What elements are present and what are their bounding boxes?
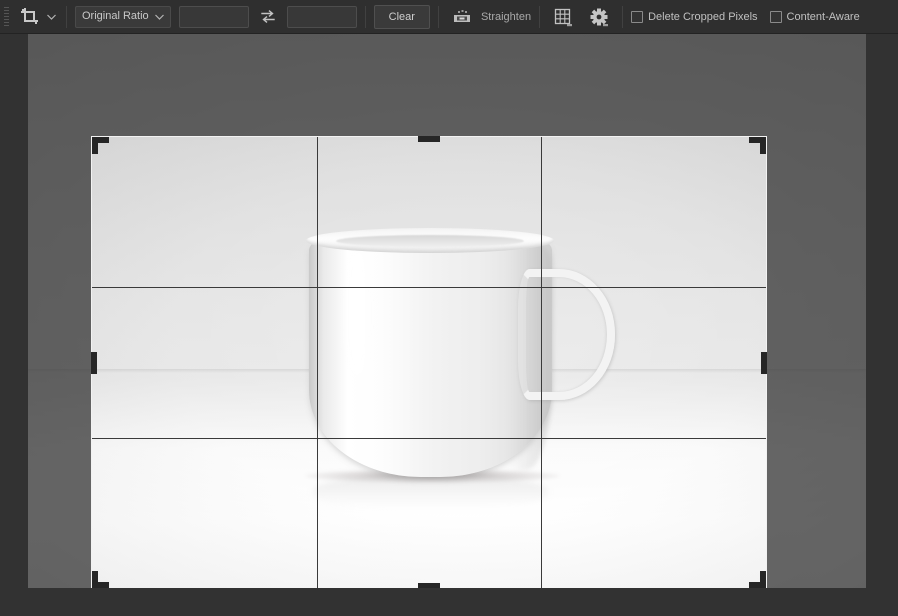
- straighten-label: Straighten: [480, 10, 532, 23]
- crop-handle-top-center[interactable]: [418, 136, 440, 142]
- crop-handle-bottom-center[interactable]: [418, 583, 440, 588]
- crop-width-input[interactable]: [178, 5, 249, 28]
- content-aware-checkbox[interactable]: [769, 10, 782, 23]
- aspect-ratio-value: Original Ratio: [82, 10, 149, 22]
- toolbar-separator-4: [539, 5, 541, 28]
- gear-icon: [590, 8, 609, 26]
- content-aware-label: Content-Aware: [786, 10, 860, 23]
- crop-overlay-options-button[interactable]: [548, 4, 578, 30]
- crop-tool-options-bar: Original Ratio Clear Straighten Delete C…: [0, 0, 898, 34]
- clear-button[interactable]: Clear: [373, 4, 430, 29]
- crop-handle-middle-right[interactable]: [761, 351, 767, 374]
- crop-settings-button[interactable]: [584, 4, 614, 30]
- swap-arrows-icon: [260, 10, 275, 23]
- aspect-ratio-select[interactable]: Original Ratio: [75, 5, 171, 28]
- grid-overlay-icon: [554, 8, 573, 26]
- workspace: [0, 34, 898, 616]
- toolbar-separator-2: [364, 5, 366, 28]
- crop-tool-icon: [20, 8, 38, 24]
- crop-height-input[interactable]: [286, 5, 357, 28]
- left-tool-panel-strip: [0, 34, 28, 616]
- crop-tool-icon-button[interactable]: [14, 4, 44, 30]
- crop-selection-rectangle[interactable]: [91, 136, 767, 588]
- photo-scene-bright: [92, 137, 766, 588]
- delete-cropped-pixels-label: Delete Cropped Pixels: [648, 10, 758, 23]
- bottom-status-strip: [0, 588, 898, 616]
- toolbar-separator-5: [622, 5, 624, 28]
- straighten-level-icon: [453, 9, 470, 22]
- crop-bright-region: [92, 137, 766, 588]
- content-aware-checkbox-row[interactable]: Content-Aware: [769, 10, 860, 23]
- tool-preset-chevron-button[interactable]: [44, 4, 58, 30]
- toolbar-separator-3: [437, 5, 439, 28]
- chevron-down-small-icon: [603, 23, 609, 26]
- straighten-button[interactable]: [447, 4, 477, 30]
- delete-cropped-pixels-checkbox-row[interactable]: Delete Cropped Pixels: [631, 10, 758, 23]
- toolbar-separator-1: [66, 5, 67, 28]
- right-panel-strip: [866, 34, 898, 616]
- chevron-down-icon: [154, 14, 164, 20]
- swap-width-height-button[interactable]: [255, 5, 281, 29]
- chevron-down-small-icon: [567, 23, 573, 26]
- delete-cropped-pixels-checkbox[interactable]: [631, 10, 644, 23]
- chevron-down-icon: [46, 14, 56, 20]
- document-canvas-area[interactable]: [28, 34, 866, 588]
- crop-handle-middle-left[interactable]: [91, 351, 97, 374]
- options-bar-drag-grip[interactable]: [4, 6, 9, 27]
